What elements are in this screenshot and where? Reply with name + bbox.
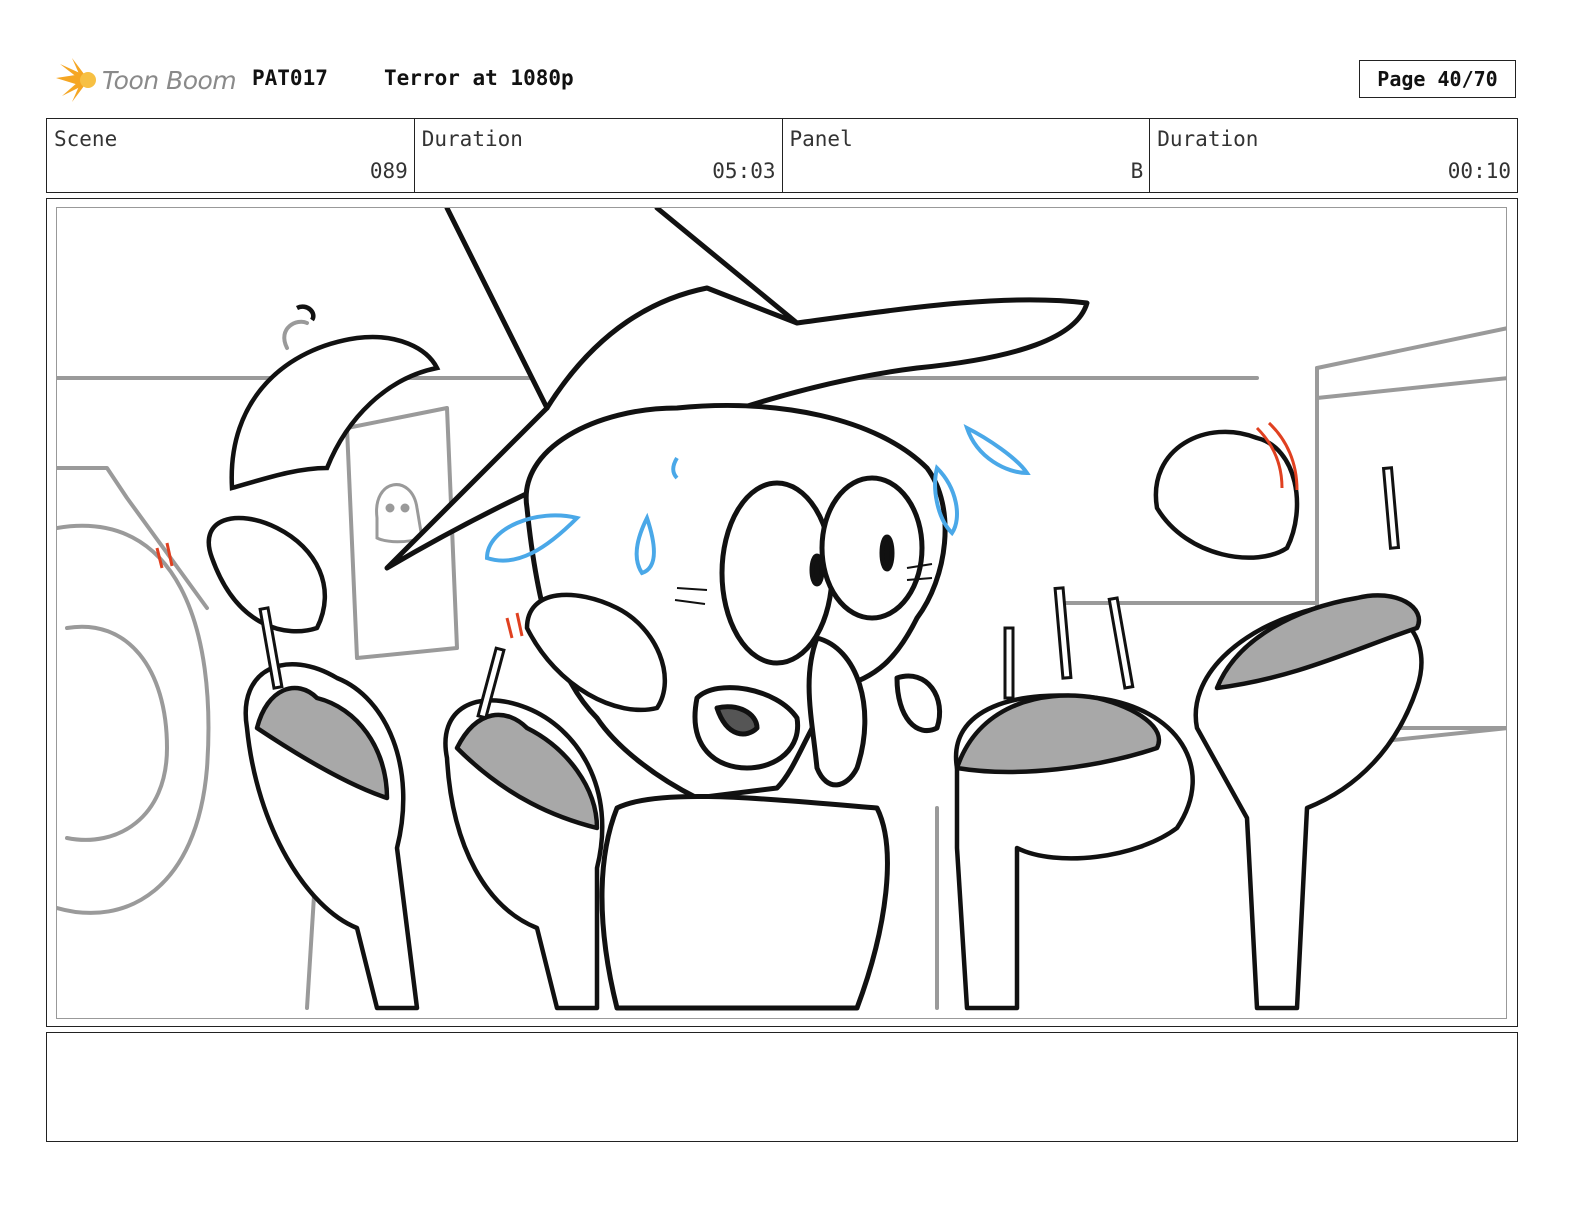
project-title: Terror at 1080p — [384, 66, 574, 90]
scene-value: 089 — [369, 159, 408, 183]
panel-label: Panel — [789, 127, 853, 151]
scene-label: Scene — [54, 127, 118, 151]
panel-value: B — [1130, 159, 1144, 183]
scene-duration-cell: Duration 05:03 — [415, 119, 783, 192]
storyboard-drawing-area — [56, 207, 1507, 1019]
toon-boom-logo: Toon Boom — [52, 56, 242, 106]
logo-text: Toon Boom — [102, 66, 237, 95]
notes-box — [46, 1032, 1518, 1142]
scene-cell: Scene 089 — [47, 119, 415, 192]
panel-duration-cell: Duration 00:10 — [1150, 119, 1517, 192]
scene-duration-value: 05:03 — [712, 159, 776, 183]
scene-info-row: Scene 089 Duration 05:03 Panel B Duratio… — [46, 118, 1518, 193]
ghost-poster — [375, 483, 424, 544]
scene-duration-label: Duration — [421, 127, 523, 151]
storyboard-panel-frame — [46, 198, 1518, 1027]
panel-duration-label: Duration — [1157, 127, 1259, 151]
storyboard-sketch — [57, 208, 1506, 1011]
page-number: Page 40/70 — [1359, 60, 1516, 98]
starburst-icon — [56, 58, 96, 102]
panel-duration-value: 00:10 — [1447, 159, 1511, 183]
left-hat — [229, 304, 441, 491]
panel-cell: Panel B — [783, 119, 1151, 192]
project-code: PAT017 — [252, 66, 328, 90]
